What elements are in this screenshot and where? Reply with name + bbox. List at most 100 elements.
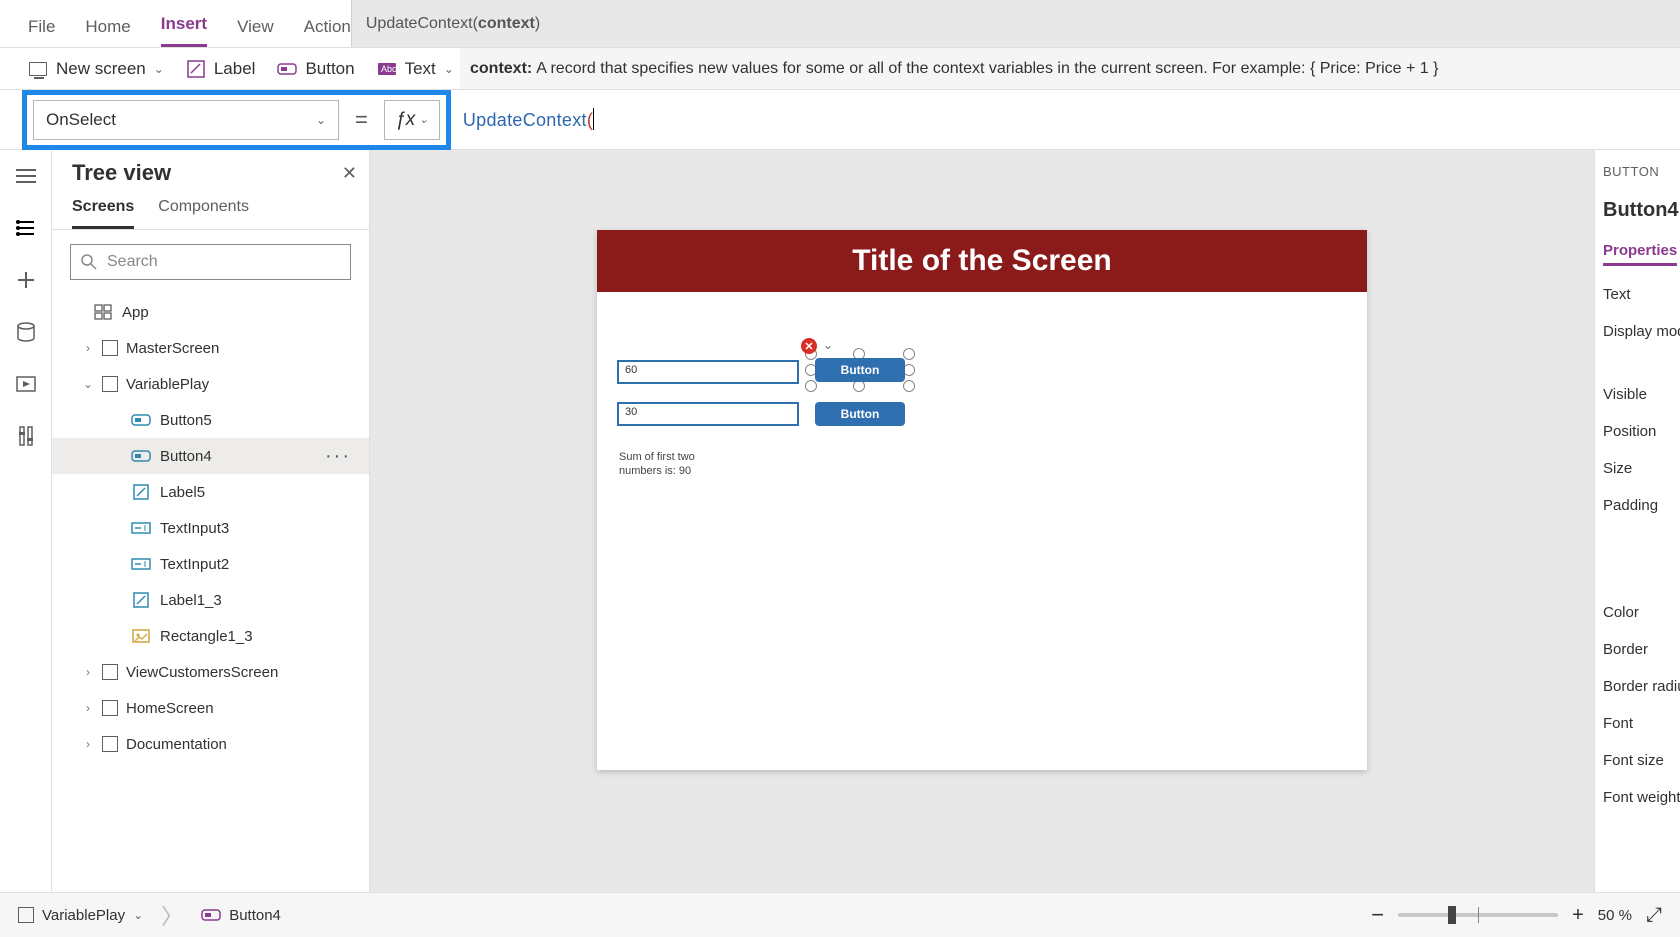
menu-file[interactable]: File: [28, 17, 55, 47]
prop-category: BUTTON: [1603, 164, 1672, 179]
tree-search[interactable]: Search: [70, 244, 351, 280]
tree-item[interactable]: ›ViewCustomersScreen: [52, 654, 369, 690]
zoom-controls: − + 50 % ⤢: [1371, 902, 1662, 928]
tab-screens[interactable]: Screens: [72, 198, 134, 229]
new-screen-button[interactable]: New screen ⌄: [28, 59, 164, 79]
more-icon[interactable]: ···: [325, 445, 351, 468]
text-input-1[interactable]: 60: [617, 360, 799, 384]
advanced-icon[interactable]: [14, 424, 38, 448]
tree-item[interactable]: Label5: [52, 474, 369, 510]
tree-item-label: Label1_3: [160, 592, 222, 609]
prop-row[interactable]: Position: [1603, 423, 1672, 440]
input-icon: [130, 522, 152, 534]
screen-title: Title of the Screen: [852, 244, 1112, 278]
screen-icon: [102, 376, 118, 392]
chevron-down-icon[interactable]: ⌄: [823, 338, 833, 352]
error-badge-icon[interactable]: ✕: [801, 338, 817, 354]
sum-label: Sum of first two numbers is: 90: [619, 450, 695, 479]
button-button[interactable]: Button: [277, 59, 354, 79]
label-icon: [186, 60, 206, 78]
signature-fn: UpdateContext: [366, 15, 473, 33]
prop-row[interactable]: Font weight: [1603, 789, 1672, 806]
tree-item-label: VariablePlay: [126, 376, 209, 393]
tree-item[interactable]: ›Documentation: [52, 726, 369, 762]
tree-item-label: Button5: [160, 412, 212, 429]
tree-view-panel: Tree view ✕ Screens Components Search Ap…: [52, 150, 370, 892]
screen-icon: [18, 907, 34, 923]
chevron-icon: ›: [82, 701, 94, 715]
fit-screen-icon[interactable]: ⤢: [1646, 904, 1662, 927]
prop-tab-properties[interactable]: Properties: [1603, 242, 1677, 266]
hamburger-icon[interactable]: [14, 164, 38, 188]
breadcrumb-screen[interactable]: VariablePlay ⌄: [18, 907, 143, 924]
tree-item[interactable]: ⌄VariablePlay: [52, 366, 369, 402]
prop-row[interactable]: Visible: [1603, 386, 1672, 403]
prop-row[interactable]: Font: [1603, 715, 1672, 732]
menu-action[interactable]: Action: [304, 17, 351, 47]
breadcrumb-screen-label: VariablePlay: [42, 907, 125, 924]
breadcrumb-control[interactable]: Button4: [201, 907, 281, 924]
tree-item[interactable]: TextInput3: [52, 510, 369, 546]
device-preview[interactable]: Title of the Screen 60 30 ✕ ⌄ Button But…: [597, 230, 1367, 770]
chevron-down-icon: ⌄: [133, 908, 143, 922]
main-area: Tree view ✕ Screens Components Search Ap…: [0, 150, 1680, 892]
menu-insert[interactable]: Insert: [161, 14, 207, 47]
text-input-2[interactable]: 30: [617, 402, 799, 426]
tree-view-icon[interactable]: [14, 216, 38, 240]
screen-icon: [102, 340, 118, 356]
fx-button[interactable]: ƒx ⌄: [384, 100, 440, 140]
label-icon: [130, 484, 152, 500]
zoom-slider[interactable]: [1398, 913, 1558, 917]
fx-icon: ƒx: [395, 109, 415, 131]
data-icon[interactable]: [14, 320, 38, 344]
tree-item[interactable]: Button4···: [52, 438, 369, 474]
screen-icon: [102, 700, 118, 716]
text-caret: [593, 108, 594, 130]
menu-home[interactable]: Home: [85, 17, 130, 47]
prop-row[interactable]: Border radiu: [1603, 678, 1672, 695]
prop-row[interactable]: Color: [1603, 604, 1672, 621]
prop-row[interactable]: Padding: [1603, 497, 1672, 514]
zoom-in-button[interactable]: +: [1572, 904, 1584, 927]
label-label: Label: [214, 59, 256, 79]
label-button[interactable]: Label: [186, 59, 256, 79]
tree-item[interactable]: ›MasterScreen: [52, 330, 369, 366]
prop-row[interactable]: Display mod: [1603, 323, 1672, 340]
tree-item[interactable]: TextInput2: [52, 546, 369, 582]
hint-key: context:: [470, 60, 532, 78]
chevron-icon: ›: [82, 737, 94, 751]
svg-text:Abc: Abc: [381, 64, 397, 74]
insert-icon[interactable]: [14, 268, 38, 292]
prop-control-name: Button4: [1603, 199, 1672, 222]
tree-item[interactable]: Button5: [52, 402, 369, 438]
tree-item[interactable]: › HomeScreen: [52, 690, 369, 726]
tab-components[interactable]: Components: [158, 198, 249, 229]
prop-row[interactable]: Text: [1603, 286, 1672, 303]
tree-item[interactable]: Rectangle1_3: [52, 618, 369, 654]
close-icon[interactable]: ✕: [342, 163, 357, 184]
button-icon: [130, 413, 152, 427]
tree-item[interactable]: Label1_3: [52, 582, 369, 618]
intellisense-hint: context: A record that specifies new val…: [460, 48, 1680, 90]
canvas-button-1[interactable]: Button: [815, 358, 905, 382]
prop-row[interactable]: Border: [1603, 641, 1672, 658]
property-selector[interactable]: OnSelect ⌄: [33, 100, 339, 140]
formula-input[interactable]: UpdateContext(: [451, 90, 1680, 150]
breadcrumb-control-label: Button4: [229, 907, 281, 924]
text-button[interactable]: Abc Text ⌄: [377, 59, 454, 79]
tree-item-label: HomeScreen: [126, 700, 214, 717]
prop-row[interactable]: Font size: [1603, 752, 1672, 769]
button-label: Button: [305, 59, 354, 79]
search-placeholder: Search: [107, 253, 158, 271]
canvas-button-2[interactable]: Button: [815, 402, 905, 426]
menu-view[interactable]: View: [237, 17, 274, 47]
properties-panel: BUTTON Button4 Properties Text Display m…: [1594, 150, 1680, 892]
prop-row[interactable]: Size: [1603, 460, 1672, 477]
zoom-out-button[interactable]: −: [1371, 902, 1384, 928]
tree-tabs: Screens Components: [52, 188, 369, 230]
media-icon[interactable]: [14, 372, 38, 396]
tree-item[interactable]: App: [52, 294, 369, 330]
tree-item-label: MasterScreen: [126, 340, 219, 357]
signature-close: ): [535, 15, 540, 33]
formula-fn: UpdateContext: [463, 110, 587, 130]
